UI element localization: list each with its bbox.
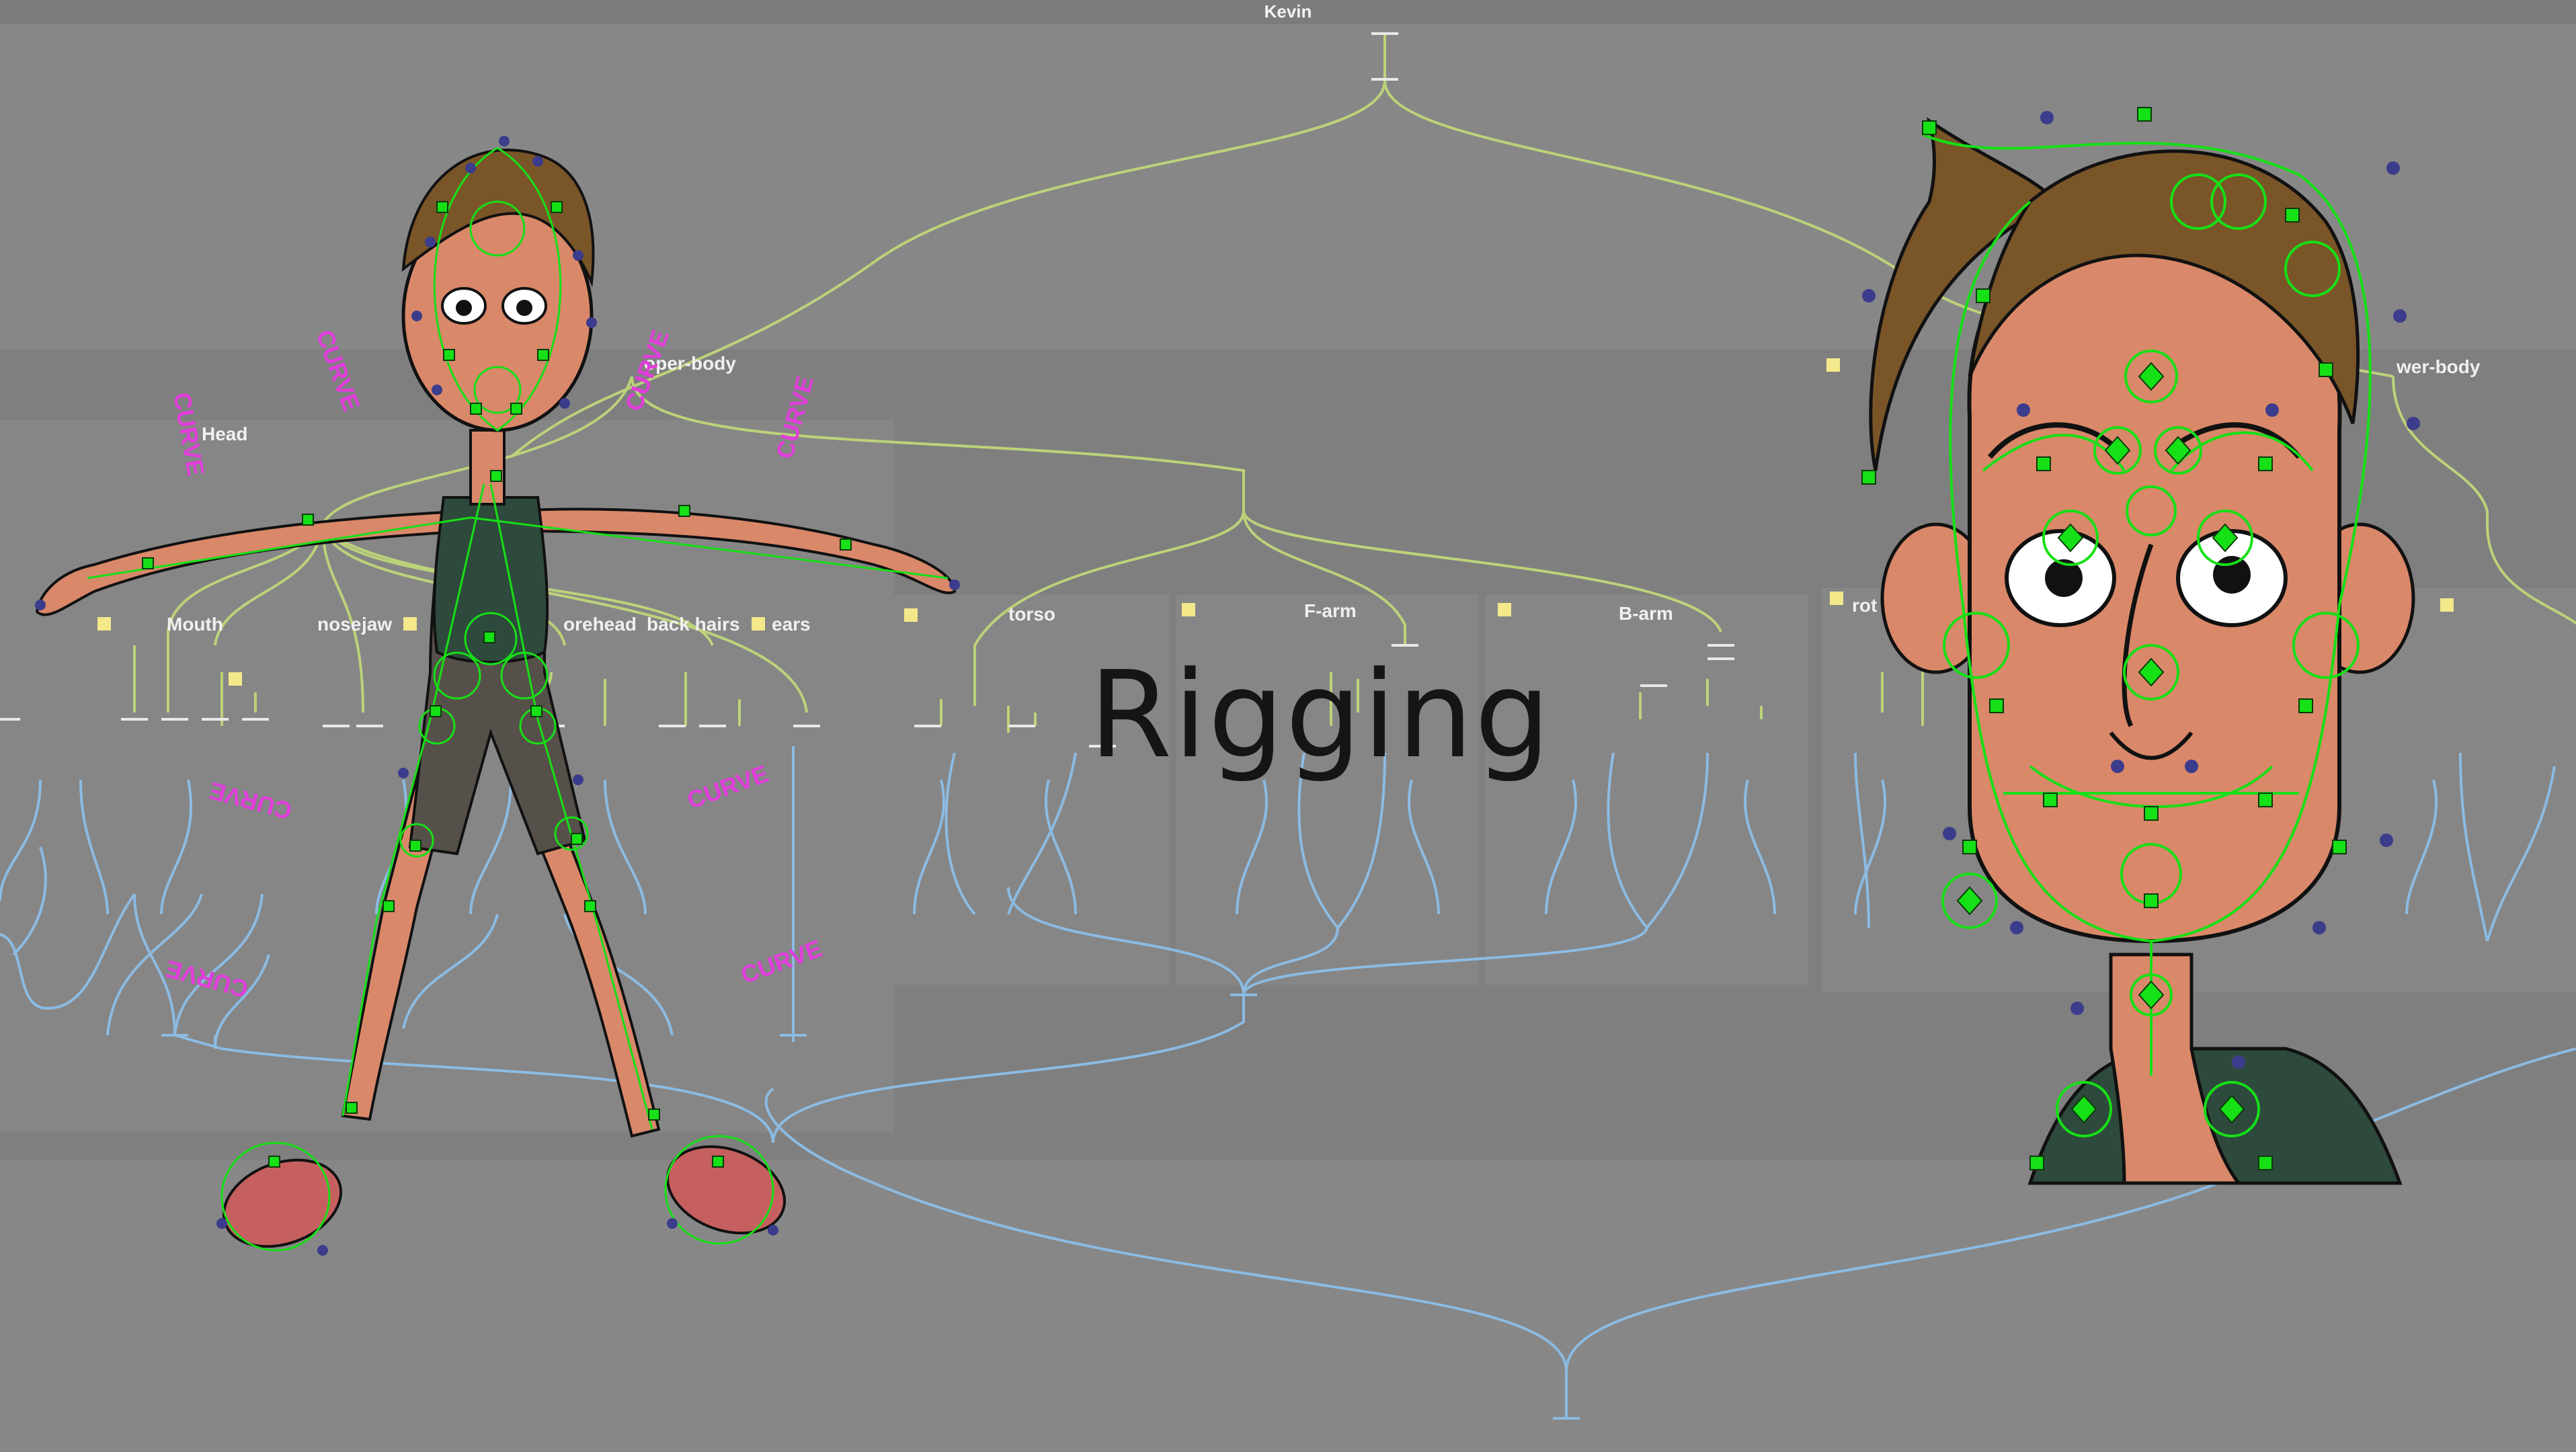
group-label-mouth[interactable]: Mouth — [167, 614, 223, 635]
group-swatch-icon[interactable] — [1182, 603, 1195, 616]
group-label-jaw[interactable]: jaw — [362, 614, 392, 635]
group-label-rot[interactable]: rot — [1852, 595, 1877, 616]
headline-overlay: Rigging — [1089, 645, 1552, 784]
group-swatch-icon[interactable] — [1498, 603, 1511, 616]
node-view-canvas[interactable]: Kevin oper-body wer-body Head Mouth nose… — [0, 0, 2576, 1452]
group-label-back-hairs[interactable]: back hairs — [647, 614, 740, 635]
group-label-head[interactable]: Head — [202, 424, 247, 445]
group-swatch-icon[interactable] — [1826, 358, 1840, 372]
full-body-character[interactable] — [35, 136, 960, 1262]
group-swatch-icon[interactable] — [403, 617, 417, 631]
group-label-nose[interactable]: nose — [317, 614, 361, 635]
group-swatch-icon[interactable] — [97, 617, 111, 631]
group-label-ears[interactable]: ears — [772, 614, 811, 635]
group-label-f-arm[interactable]: F-arm — [1304, 600, 1357, 622]
group-label-forehead[interactable]: orehead — [563, 614, 637, 635]
group-swatch-icon[interactable] — [2440, 598, 2454, 612]
group-swatch-icon[interactable] — [229, 672, 242, 686]
group-swatch-icon[interactable] — [904, 608, 918, 622]
group-label-torso[interactable]: torso — [1008, 604, 1055, 625]
head-closeup-character[interactable] — [1861, 107, 2420, 1185]
group-label-b-arm[interactable]: B-arm — [1619, 603, 1673, 624]
group-swatch-icon[interactable] — [752, 617, 765, 631]
group-bars — [0, 32, 1734, 748]
group-swatch-icon[interactable] — [1830, 592, 1843, 605]
group-label-lower-body[interactable]: wer-body — [2397, 356, 2480, 378]
